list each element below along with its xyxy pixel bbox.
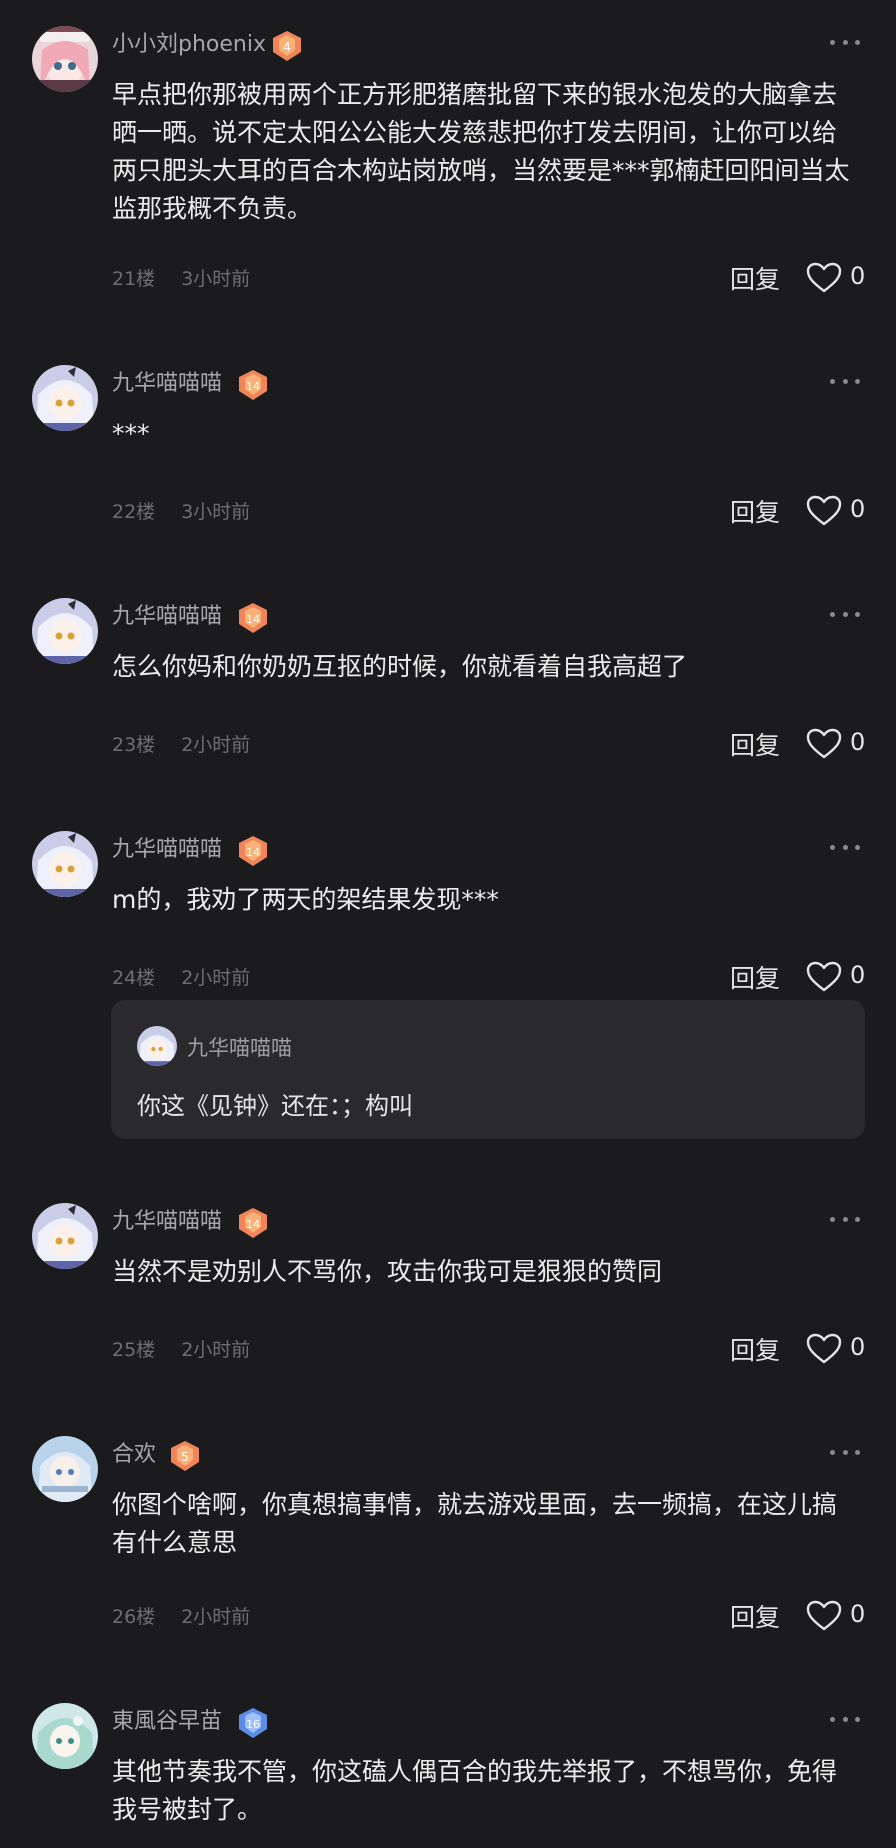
username[interactable]: 九华喵喵喵 [112, 1207, 222, 1237]
timestamp: 3小时前 [181, 501, 251, 523]
like-count: 0 [850, 1333, 866, 1361]
white-hair-girl-avatar-icon [32, 1203, 98, 1269]
avatar[interactable] [32, 1203, 98, 1269]
sub-reply-text: 你这《见钟》还在：；构叫 [137, 1092, 413, 1120]
avatar[interactable] [32, 831, 98, 897]
level-badge: 14 [236, 1207, 270, 1239]
white-hair-girl-avatar-icon [137, 1026, 177, 1066]
avatar[interactable] [32, 598, 98, 664]
floor-number: 26楼 [112, 1606, 156, 1628]
username[interactable]: 合欢 [112, 1440, 156, 1470]
timestamp: 2小时前 [181, 1339, 251, 1361]
more-options-icon[interactable] [830, 1711, 860, 1727]
username[interactable]: 九华喵喵喵 [112, 602, 222, 632]
username[interactable]: 九华喵喵喵 [112, 369, 222, 399]
teal-hair-girl-avatar-icon [32, 1703, 98, 1769]
comment-text: 早点把你那被用两个正方形肥猪磨批留下来的银水泡发的大脑拿去晒一晒。说不定太阳公公… [112, 80, 850, 223]
comment-meta: 25楼 2小时前 [112, 1335, 250, 1362]
username[interactable]: 小小刘phoenix [112, 30, 266, 60]
like-count: 0 [850, 1600, 866, 1628]
more-options-icon[interactable] [830, 34, 860, 50]
floor-number: 21楼 [112, 268, 156, 290]
comment-meta: 24楼 2小时前 [112, 963, 250, 990]
like-count: 0 [850, 728, 866, 756]
heart-icon[interactable] [806, 262, 842, 294]
svg-text:16: 16 [246, 1718, 260, 1731]
comment-meta: 23楼 2小时前 [112, 730, 250, 757]
svg-text:14: 14 [246, 1218, 260, 1231]
avatar[interactable] [32, 365, 98, 431]
more-options-icon[interactable] [830, 606, 860, 622]
timestamp: 2小时前 [181, 734, 251, 756]
timestamp: 2小时前 [181, 967, 251, 989]
blue-hair-girl-avatar-icon [32, 1436, 98, 1502]
floor-number: 25楼 [112, 1339, 156, 1361]
reply-button[interactable]: 回复 [730, 1598, 780, 1634]
level-badge: 14 [236, 602, 270, 634]
comment-meta: 22楼 3小时前 [112, 497, 250, 524]
heart-icon[interactable] [806, 1333, 842, 1365]
level-badge: 14 [236, 369, 270, 401]
like-count: 0 [850, 495, 866, 523]
comment-text: 其他节奏我不管，你这磕人偶百合的我先举报了，不想骂你，免得我号被封了。 [112, 1757, 838, 1824]
pink-hair-girl-avatar-icon [32, 26, 98, 92]
comment-text: 你图个啥啊，你真想搞事情，就去游戏里面，去一频搞，在这儿搞有什么意思 [112, 1490, 838, 1557]
timestamp: 3小时前 [181, 268, 251, 290]
sub-reply-username[interactable]: 九华喵喵喵 [187, 1032, 292, 1062]
avatar[interactable] [32, 1703, 98, 1769]
timestamp: 2小时前 [181, 1606, 251, 1628]
floor-number: 24楼 [112, 967, 156, 989]
comment-meta: 21楼 3小时前 [112, 264, 250, 291]
sub-reply-avatar[interactable] [137, 1026, 177, 1066]
heart-icon[interactable] [806, 961, 842, 993]
username[interactable]: 九华喵喵喵 [112, 835, 222, 865]
comment-text: m的，我劝了两天的架结果发现*** [112, 885, 499, 914]
more-options-icon[interactable] [830, 1211, 860, 1227]
reply-button[interactable]: 回复 [730, 493, 780, 529]
white-hair-girl-avatar-icon [32, 365, 98, 431]
avatar[interactable] [32, 26, 98, 92]
comment-text: 怎么你妈和你奶奶互抠的时候，你就看着自我高超了 [112, 652, 688, 681]
more-options-icon[interactable] [830, 839, 860, 855]
comment-text: *** [112, 419, 150, 448]
reply-button[interactable]: 回复 [730, 1331, 780, 1367]
more-options-icon[interactable] [830, 1444, 860, 1460]
sub-reply-card[interactable]: 九华喵喵喵 你这《见钟》还在：；构叫 [111, 1000, 865, 1139]
heart-icon[interactable] [806, 728, 842, 760]
heart-icon[interactable] [806, 495, 842, 527]
level-badge: 14 [236, 835, 270, 867]
svg-text:4: 4 [283, 40, 291, 54]
white-hair-girl-avatar-icon [32, 831, 98, 897]
floor-number: 23楼 [112, 734, 156, 756]
heart-icon[interactable] [806, 1600, 842, 1632]
svg-text:14: 14 [246, 846, 260, 859]
white-hair-girl-avatar-icon [32, 598, 98, 664]
avatar[interactable] [32, 1436, 98, 1502]
like-count: 0 [850, 961, 866, 989]
level-badge: 5 [168, 1440, 202, 1472]
svg-text:14: 14 [246, 380, 260, 393]
reply-button[interactable]: 回复 [730, 726, 780, 762]
floor-number: 22楼 [112, 501, 156, 523]
svg-text:14: 14 [246, 613, 260, 626]
like-count: 0 [850, 262, 866, 290]
level-badge: 16 [236, 1707, 270, 1739]
comment-text: 当然不是劝别人不骂你，攻击你我可是狠狠的赞同 [112, 1257, 663, 1286]
reply-button[interactable]: 回复 [730, 260, 780, 296]
comment-meta: 26楼 2小时前 [112, 1602, 250, 1629]
more-options-icon[interactable] [830, 373, 860, 389]
svg-text:5: 5 [181, 1450, 189, 1464]
username[interactable]: 東風谷早苗 [112, 1707, 222, 1737]
reply-button[interactable]: 回复 [730, 959, 780, 995]
level-badge: 4 [270, 30, 304, 62]
